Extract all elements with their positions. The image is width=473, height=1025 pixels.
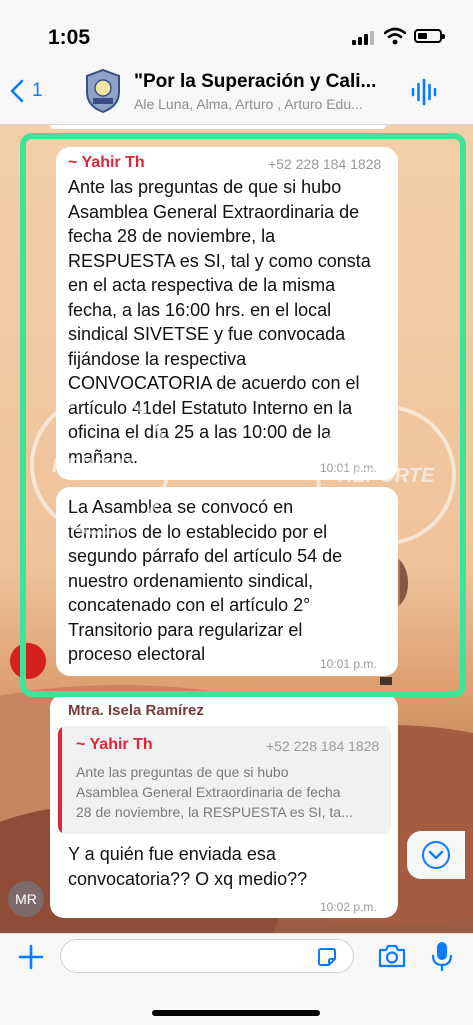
quoted-message[interactable]: ~ Yahir Th +52 228 184 1828 Ante las pre… — [58, 726, 391, 834]
group-members[interactable]: Ale Luna, Alma, Arturo , Arturo Edu... — [134, 96, 394, 112]
microphone-icon[interactable] — [431, 940, 453, 974]
watermark-logo: REPORTE — [30, 395, 170, 535]
battery-icon — [414, 29, 445, 43]
signal-icon — [352, 31, 374, 45]
group-title[interactable]: "Por la Superación y Cali... — [134, 71, 390, 93]
red-dot — [10, 643, 46, 679]
watermark-text: REPORTE — [338, 465, 435, 487]
input-bar — [0, 933, 473, 1025]
quoted-text: Ante las preguntas de que si hubo Asambl… — [76, 764, 353, 820]
chevron-left-icon — [10, 79, 24, 103]
home-indicator — [152, 1010, 320, 1016]
message-input[interactable] — [60, 939, 354, 973]
balloon-basket — [380, 677, 392, 685]
unread-count: 1 — [32, 80, 43, 101]
watermark-logo: REPORTE — [316, 405, 456, 545]
sticker-icon[interactable] — [316, 946, 338, 968]
plus-icon[interactable] — [18, 944, 44, 970]
scroll-down-button[interactable] — [407, 831, 465, 879]
avatar[interactable]: MR — [8, 881, 44, 917]
message-time: 10:02 p.m. — [320, 900, 377, 914]
status-time: 1:05 — [48, 26, 91, 49]
sender-name[interactable]: Mtra. Isela Ramírez — [68, 702, 204, 719]
chat-header: 1 "Por la Superación y Cali... Ale Luna,… — [0, 62, 473, 125]
previous-bubble — [50, 125, 386, 129]
audio-call-icon[interactable] — [410, 78, 438, 106]
status-bar: 1:05 — [0, 0, 473, 62]
quoted-sender: ~ Yahir Th — [76, 736, 153, 753]
camera-icon[interactable] — [377, 943, 407, 969]
sender-phone: +52 228 184 1828 — [268, 156, 382, 172]
sender-name[interactable]: ~ Yahir Th — [68, 154, 145, 172]
chevron-down-icon — [422, 841, 450, 869]
quoted-phone: +52 228 184 1828 — [266, 738, 380, 754]
message-bubble[interactable]: Mtra. Isela Ramírez ~ Yahir Th +52 228 1… — [50, 694, 398, 918]
message-time: 10:01 p.m. — [320, 657, 377, 671]
watermark-text: REPORTE — [52, 455, 149, 477]
quote-bar — [58, 726, 62, 834]
back-button[interactable]: 1 — [10, 76, 43, 106]
message-text: Y a quién fue enviada esa convocatoria??… — [68, 844, 308, 889]
wifi-icon — [384, 27, 406, 45]
chat-area[interactable]: ~ Yahir Th +52 228 184 1828 Ante las pre… — [0, 125, 473, 933]
group-avatar[interactable] — [84, 68, 122, 114]
